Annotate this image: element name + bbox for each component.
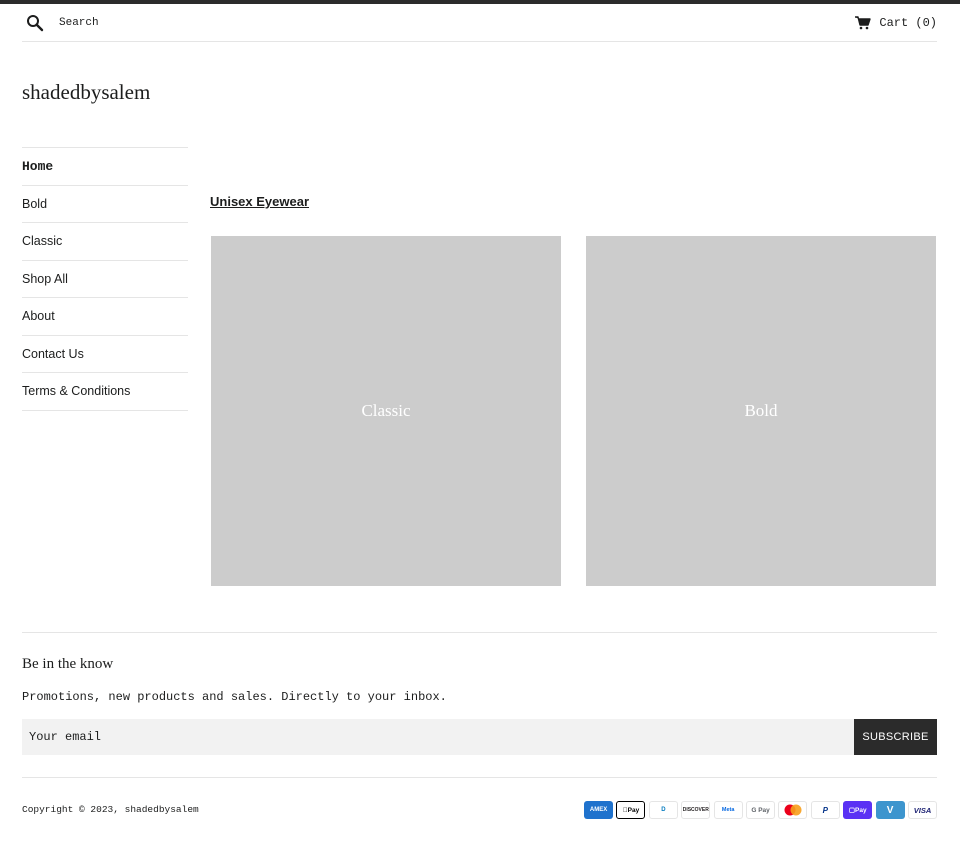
nav-item-terms[interactable]: Terms & Conditions bbox=[22, 373, 188, 411]
meta-pay-icon: Meta bbox=[713, 801, 743, 819]
search-icon[interactable] bbox=[26, 14, 44, 32]
subscribe-button[interactable]: SUBSCRIBE bbox=[854, 719, 937, 755]
visa-icon: VISA bbox=[908, 801, 937, 819]
newsletter-text: Promotions, new products and sales. Dire… bbox=[22, 690, 447, 704]
section-title-link[interactable]: Unisex Eyewear bbox=[210, 194, 309, 209]
nav-item-about[interactable]: About bbox=[22, 298, 188, 336]
collection-card-classic[interactable]: Classic bbox=[211, 236, 561, 586]
site-header: Cart (0) bbox=[22, 4, 937, 42]
nav-item-home[interactable]: Home bbox=[22, 148, 188, 186]
diners-club-icon: D bbox=[648, 801, 678, 819]
nav-item-shop-all[interactable]: Shop All bbox=[22, 261, 188, 298]
nav-item-contact-us[interactable]: Contact Us bbox=[22, 336, 188, 373]
copyright-text: Copyright © 2023, shadedbysalem bbox=[22, 804, 199, 815]
google-pay-icon: G Pay bbox=[746, 801, 776, 819]
footer-divider bbox=[22, 777, 937, 778]
site-logo[interactable]: shadedbysalem bbox=[22, 80, 150, 105]
mastercard-icon bbox=[778, 801, 808, 819]
shop-pay-label: Pay bbox=[855, 806, 867, 814]
cart-icon bbox=[855, 16, 872, 30]
nav-item-classic[interactable]: Classic bbox=[22, 223, 188, 261]
collection-card-bold[interactable]: Bold bbox=[586, 236, 936, 586]
footer-divider bbox=[22, 632, 937, 633]
payment-icons: AMEX Pay D DISCOVER Meta G Pay P ▢Pay V… bbox=[584, 801, 937, 819]
apple-pay-icon: Pay bbox=[616, 801, 646, 819]
american-express-icon: AMEX bbox=[584, 801, 614, 819]
sidebar-nav: Home Bold Classic Shop All About Contact… bbox=[22, 147, 188, 411]
email-field[interactable] bbox=[22, 719, 855, 755]
discover-icon: DISCOVER bbox=[681, 801, 711, 819]
newsletter-heading: Be in the know bbox=[22, 656, 114, 672]
apple-pay-label: Pay bbox=[625, 806, 640, 814]
paypal-icon: P bbox=[810, 801, 840, 819]
collection-label: Classic bbox=[361, 401, 411, 420]
cart-label: Cart (0) bbox=[879, 16, 937, 30]
nav-item-bold[interactable]: Bold bbox=[22, 186, 188, 223]
search-input[interactable] bbox=[59, 13, 359, 33]
venmo-icon: V bbox=[875, 801, 905, 819]
shop-pay-icon: ▢ Pay bbox=[843, 801, 873, 819]
cart-link[interactable]: Cart (0) bbox=[855, 14, 937, 32]
collection-label: Bold bbox=[744, 401, 778, 420]
